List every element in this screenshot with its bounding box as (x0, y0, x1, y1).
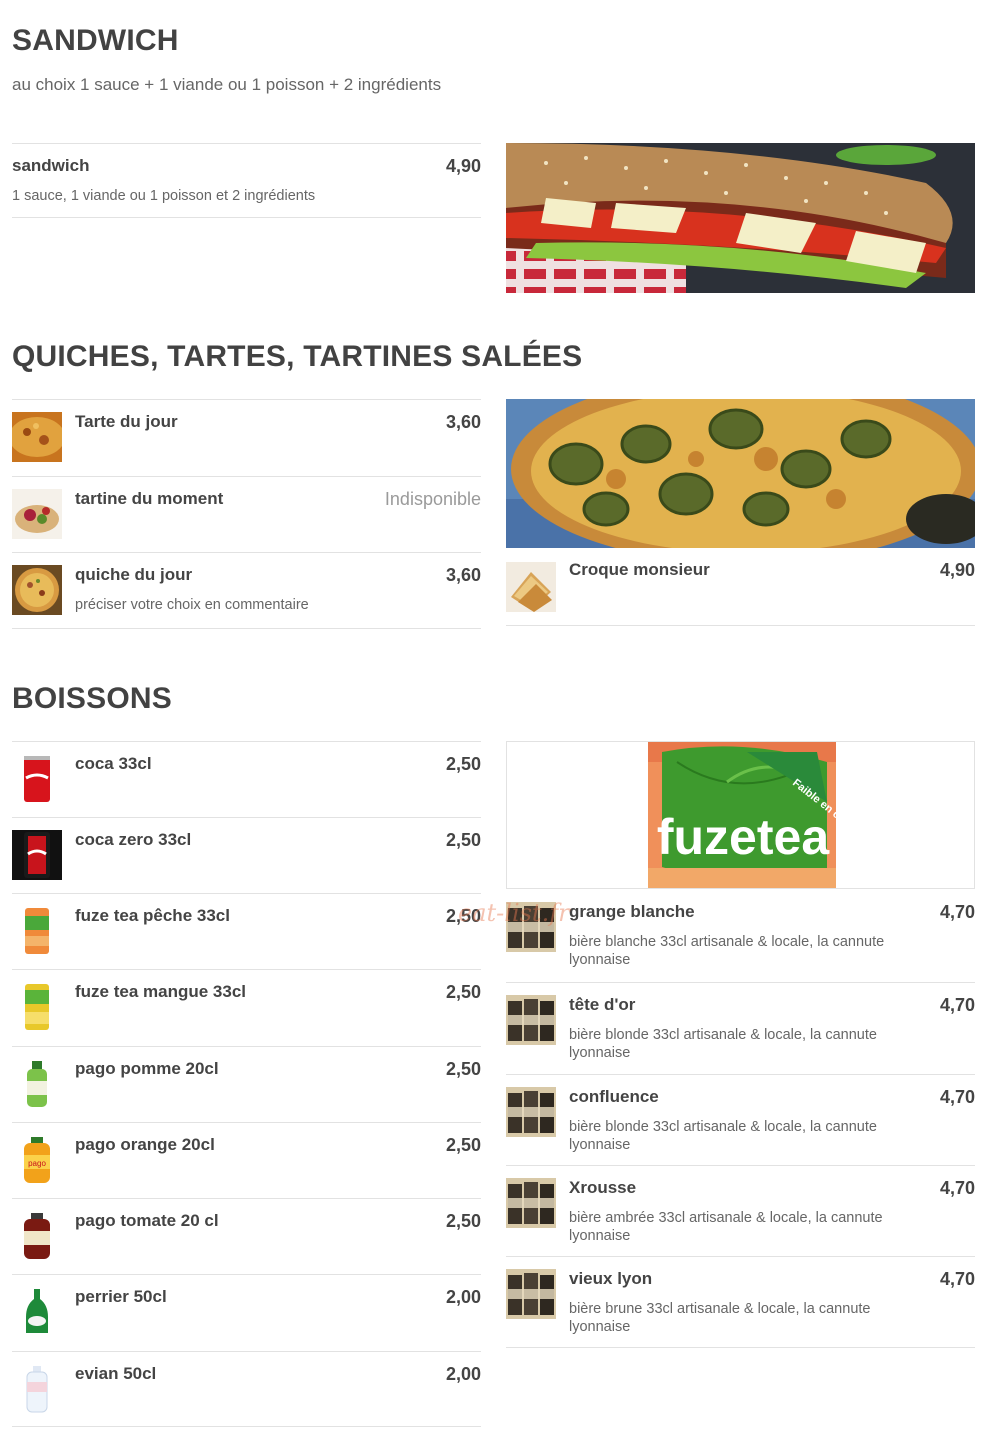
item-price: 2,50 (445, 1211, 481, 1231)
quiche-hero-image (506, 399, 975, 548)
sandwich-section-subtitle: au choix 1 sauce + 1 viande ou 1 poisson… (12, 75, 442, 94)
item-name: pago tomate 20 cl (75, 1211, 219, 1230)
item-name: Tarte du jour (75, 412, 178, 431)
item-name: tête d'or (569, 995, 636, 1014)
item-name: vieux lyon (569, 1269, 653, 1288)
item-price: 2,50 (445, 1135, 481, 1155)
item-name: sandwich (12, 156, 90, 175)
item-name: pago pomme 20cl (75, 1059, 219, 1078)
evian-bottle-icon (12, 1364, 62, 1414)
item-price: 4,90 (939, 560, 975, 580)
item-name: coca zero 33cl (75, 830, 192, 849)
fuze-tea-hero-image: Faible en calories fuzetea (506, 741, 975, 889)
sandwich-section-title: SANDWICH (12, 24, 179, 57)
menu-item-coca-zero[interactable]: coca zero 33cl 2,50 (12, 817, 481, 893)
item-price: 4,90 (445, 156, 481, 176)
item-name: perrier 50cl (75, 1287, 167, 1306)
menu-item-fuze-tea-peche[interactable]: fuze tea pêche 33cl 2,50 (12, 893, 481, 969)
boissons-left-list: coca 33cl 2,50 coca zero 33cl 2,50 fuze … (12, 741, 481, 1427)
item-price: 2,50 (445, 1059, 481, 1079)
item-description: bière ambrée 33cl artisanale & locale, l… (569, 1210, 883, 1244)
menu-item-tarte-du-jour[interactable]: Tarte du jour 3,60 (12, 399, 481, 476)
fuze-tea-peach-can-icon (12, 906, 62, 956)
item-price: 3,60 (445, 412, 481, 432)
boissons-section-title: BOISSONS (12, 682, 172, 715)
boissons-right-list: grange blanche 4,70 bière blanche 33cl a… (506, 890, 975, 1348)
item-name: fuze tea mangue 33cl (75, 982, 247, 1001)
item-description: bière blonde 33cl artisanale & locale, l… (569, 1027, 877, 1061)
menu-item-grange-blanche[interactable]: grange blanche 4,70 bière blanche 33cl a… (506, 890, 975, 982)
fuze-tea-mango-can-icon (12, 982, 62, 1032)
menu-item-evian[interactable]: evian 50cl 2,00 (12, 1351, 481, 1427)
menu-item-croque-monsieur[interactable]: Croque monsieur 4,90 (506, 550, 975, 626)
beer-cans-icon (506, 995, 556, 1045)
sandwich-list: sandwich 4,90 1 sauce, 1 viande ou 1 poi… (12, 143, 481, 218)
menu-item-xrousse[interactable]: Xrousse 4,70 bière ambrée 33cl artisanal… (506, 1165, 975, 1256)
item-description: 1 sauce, 1 viande ou 1 poisson et 2 ingr… (12, 188, 316, 204)
quiche-icon (12, 565, 62, 615)
menu-item-fuze-tea-mangue[interactable]: fuze tea mangue 33cl 2,50 (12, 969, 481, 1046)
menu-item-confluence[interactable]: confluence 4,70 bière blonde 33cl artisa… (506, 1074, 975, 1165)
item-price: 3,60 (445, 565, 481, 585)
fuze-logo-text: fuzetea (657, 809, 830, 865)
menu-item-sandwich[interactable]: sandwich 4,90 1 sauce, 1 viande ou 1 poi… (12, 143, 481, 218)
item-name: grange blanche (569, 902, 695, 921)
item-price: 4,70 (939, 1178, 975, 1198)
item-price: 2,50 (445, 982, 481, 1002)
item-description: bière brune 33cl artisanale & locale, la… (569, 1301, 871, 1335)
item-name: quiche du jour (75, 565, 193, 584)
item-unavailable-label: Indisponible (384, 489, 481, 509)
perrier-bottle-icon (12, 1287, 62, 1337)
tart-icon (12, 412, 62, 462)
item-name: coca 33cl (75, 754, 152, 773)
watermark: eat-list.fr (458, 899, 570, 927)
svg-text:pago: pago (28, 1159, 46, 1168)
item-name: confluence (569, 1087, 659, 1106)
coca-can-icon (12, 754, 62, 804)
pago-orange-bottle-icon: pago (12, 1135, 62, 1185)
menu-item-coca[interactable]: coca 33cl 2,50 (12, 741, 481, 817)
quiches-section-title: QUICHES, TARTES, TARTINES SALÉES (12, 340, 583, 373)
quiches-left-list: Tarte du jour 3,60 tartine du moment Ind… (12, 399, 481, 629)
tartine-icon (12, 489, 62, 539)
item-description: préciser votre choix en commentaire (75, 597, 309, 613)
menu-item-pago-tomate[interactable]: pago tomate 20 cl 2,50 (12, 1198, 481, 1274)
item-price: 2,50 (445, 754, 481, 774)
item-description: bière blanche 33cl artisanale & locale, … (569, 934, 885, 968)
item-price: 4,70 (939, 1087, 975, 1107)
pago-tomato-bottle-icon (12, 1211, 62, 1261)
pago-apple-bottle-icon (12, 1059, 62, 1109)
coca-zero-can-icon (12, 830, 62, 880)
item-name: fuze tea pêche 33cl (75, 906, 230, 925)
item-name: pago orange 20cl (75, 1135, 215, 1154)
item-name: Croque monsieur (569, 560, 710, 579)
item-description: bière blonde 33cl artisanale & locale, l… (569, 1119, 877, 1153)
item-name: evian 50cl (75, 1364, 157, 1383)
menu-item-tete-dor[interactable]: tête d'or 4,70 bière blonde 33cl artisan… (506, 982, 975, 1074)
menu-item-quiche-du-jour[interactable]: quiche du jour 3,60 préciser votre choix… (12, 552, 481, 629)
item-name: tartine du moment (75, 489, 224, 508)
menu-item-tartine-du-moment[interactable]: tartine du moment Indisponible (12, 476, 481, 552)
item-name: Xrousse (569, 1178, 637, 1197)
croque-icon (506, 562, 556, 612)
item-price: 2,00 (445, 1287, 481, 1307)
menu-item-pago-orange[interactable]: pago pago orange 20cl 2,50 (12, 1122, 481, 1198)
item-price: 2,50 (445, 830, 481, 850)
menu-item-perrier[interactable]: perrier 50cl 2,00 (12, 1274, 481, 1351)
beer-cans-icon (506, 1178, 556, 1228)
menu-item-vieux-lyon[interactable]: vieux lyon 4,70 bière brune 33cl artisan… (506, 1256, 975, 1348)
item-price: 4,70 (939, 902, 975, 922)
item-price: 4,70 (939, 1269, 975, 1289)
item-price: 4,70 (939, 995, 975, 1015)
beer-cans-icon (506, 1269, 556, 1319)
beer-cans-icon (506, 1087, 556, 1137)
item-price: 2,00 (445, 1364, 481, 1384)
sandwich-hero-image (506, 143, 975, 293)
menu-item-pago-pomme[interactable]: pago pomme 20cl 2,50 (12, 1046, 481, 1122)
quiches-right-list: Croque monsieur 4,90 (506, 550, 975, 626)
